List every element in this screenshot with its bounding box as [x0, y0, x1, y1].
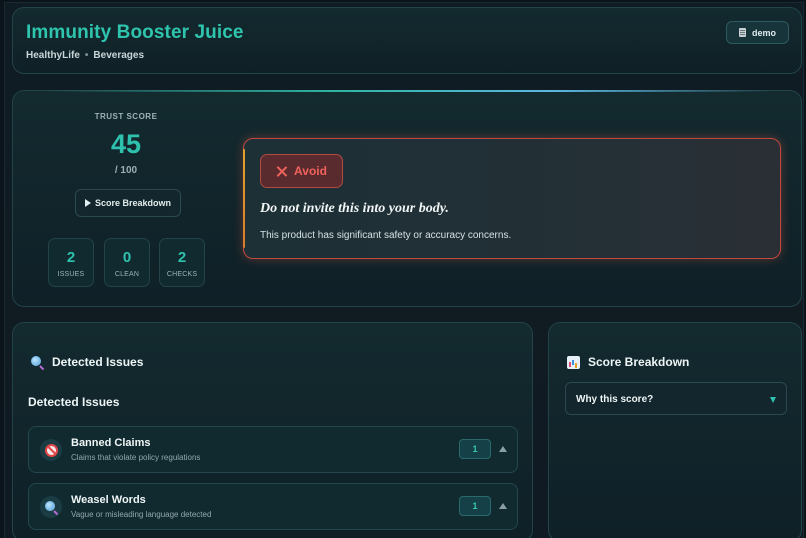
- issue-description: Claims that violate policy regulations: [71, 453, 201, 462]
- issue-description: Vague or misleading language detected: [71, 510, 212, 519]
- stat-issues: 2 ISSUES: [48, 238, 94, 287]
- breakdown-panel-title: Score Breakdown: [588, 355, 690, 369]
- demo-button-label: demo: [751, 27, 776, 38]
- stat-checks-label: CHECKS: [166, 271, 198, 278]
- trust-score-max: / 100: [114, 165, 138, 176]
- product-title: Immunity Booster Juice: [26, 22, 244, 43]
- chevron-down-icon: [770, 397, 776, 403]
- issue-count-badge: 1: [459, 496, 491, 516]
- category-name: Beverages: [93, 50, 145, 61]
- issue-title: Weasel Words: [71, 494, 146, 506]
- issues-panel-title: Detected Issues: [52, 355, 144, 369]
- verdict-headline: Do not invite this into your body.: [260, 201, 449, 216]
- issue-row-banned-claims[interactable]: Banned Claims Claims that violate policy…: [28, 426, 518, 473]
- issue-title: Banned Claims: [71, 437, 151, 449]
- stat-clean-label: CLEAN: [114, 271, 140, 278]
- issue-icon-container: [40, 496, 62, 518]
- chevron-up-icon[interactable]: [499, 503, 507, 509]
- product-meta: HealthyLife • Beverages: [26, 50, 144, 61]
- detected-issues-panel: Detected Issues Detected Issues Banned C…: [12, 322, 533, 538]
- why-this-score-label: Why this score?: [576, 394, 654, 405]
- why-this-score-dropdown[interactable]: Why this score?: [565, 382, 787, 415]
- issue-count-badge: 1: [459, 439, 491, 459]
- stat-clean: 0 CLEAN: [104, 238, 150, 287]
- demo-button[interactable]: demo: [726, 21, 789, 44]
- score-breakdown-button[interactable]: Score Breakdown: [75, 189, 181, 217]
- verdict-description: This product has significant safety or a…: [260, 230, 512, 241]
- stat-checks: 2 CHECKS: [159, 238, 205, 287]
- product-header: Immunity Booster Juice HealthyLife • Bev…: [12, 7, 802, 74]
- ban-icon: [44, 443, 58, 457]
- stat-checks-value: 2: [177, 249, 187, 266]
- stat-clean-value: 0: [122, 249, 132, 266]
- trust-score-value: 45: [110, 129, 142, 159]
- avoid-badge: Avoid: [260, 154, 343, 188]
- chevron-up-icon[interactable]: [499, 446, 507, 452]
- issues-section-heading: Detected Issues: [28, 395, 120, 409]
- close-icon: [276, 166, 287, 177]
- brand-name: HealthyLife: [26, 50, 80, 61]
- meta-separator: •: [84, 50, 89, 61]
- document-icon: [738, 28, 746, 37]
- verdict-card: Avoid Do not invite this into your body.…: [243, 138, 781, 259]
- score-breakdown-button-label: Score Breakdown: [94, 198, 172, 208]
- stat-issues-value: 2: [66, 249, 76, 266]
- issue-icon-container: [40, 439, 62, 461]
- score-breakdown-panel: Score Breakdown Why this score?: [548, 322, 802, 538]
- play-icon: [84, 199, 91, 207]
- issue-row-weasel-words[interactable]: Weasel Words Vague or misleading languag…: [28, 483, 518, 530]
- trust-score-section: TRUST SCORE 45 / 100 Score Breakdown 2 I…: [12, 90, 802, 307]
- stat-issues-label: ISSUES: [57, 271, 85, 278]
- trust-score-label: TRUST SCORE: [94, 112, 158, 121]
- issues-panel-header: Detected Issues: [31, 355, 143, 369]
- accent-divider: [43, 90, 771, 92]
- magnifier-icon: [31, 355, 44, 369]
- bar-chart-icon: [567, 355, 580, 369]
- breakdown-panel-header: Score Breakdown: [567, 355, 689, 369]
- avoid-badge-label: Avoid: [294, 164, 327, 178]
- magnifier-icon: [44, 500, 58, 514]
